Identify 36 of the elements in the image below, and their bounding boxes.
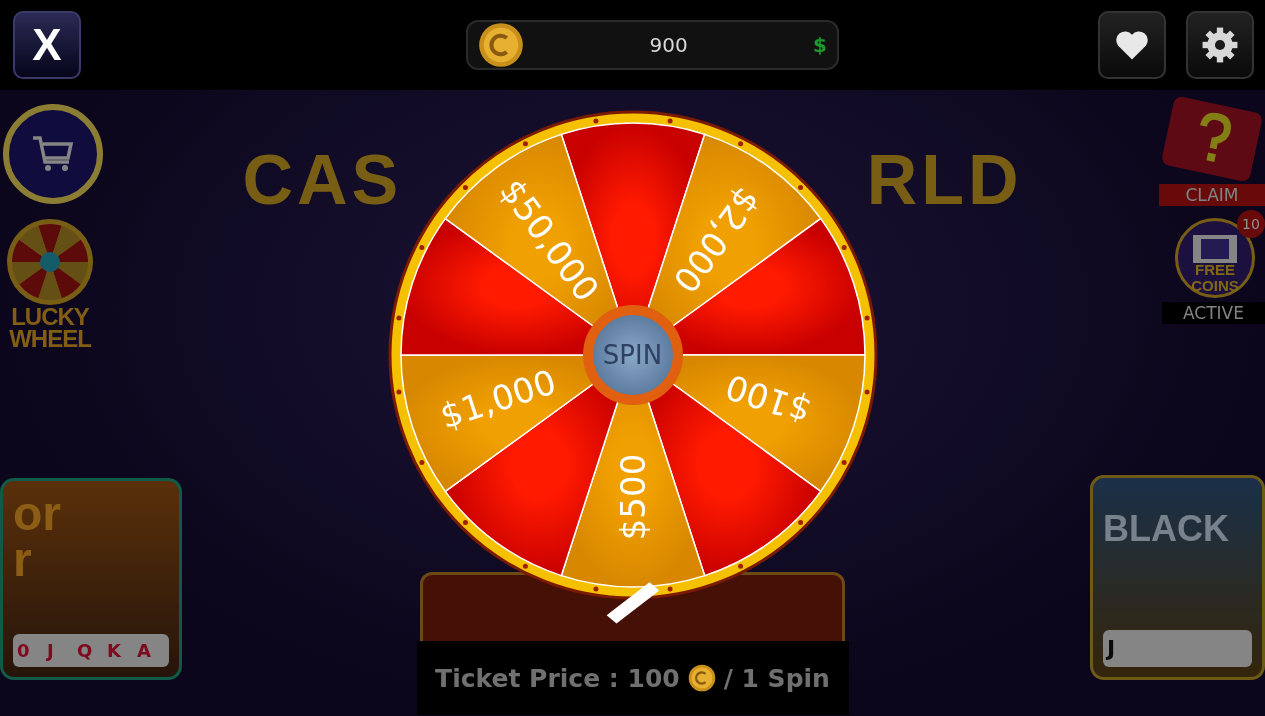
card-rank: K (107, 640, 122, 661)
lucky-wheel-label: WHEEL (9, 328, 91, 350)
coin-icon (687, 664, 716, 692)
settings-icon (1201, 26, 1239, 64)
card-rank: A (137, 640, 152, 661)
balance-amount: 900 (648, 33, 689, 57)
count-badge: 10 (1237, 210, 1265, 238)
close-button[interactable]: X (13, 11, 81, 79)
ticket-price-text: / 1 Spin (723, 663, 830, 693)
favorite-button[interactable] (1098, 11, 1166, 79)
cart-icon (31, 134, 75, 174)
game-title: or (13, 491, 62, 537)
prize-label: $500 (612, 453, 653, 541)
game-title: BLACK (1103, 507, 1230, 551)
game-card[interactable]: BLACK J (1090, 475, 1265, 680)
free-coins-label: COINS (1191, 279, 1239, 293)
status-label: ACTIVE (1162, 302, 1265, 324)
prize-label: $100 (720, 366, 815, 432)
lucky-wheel-label: LUCKY (11, 306, 89, 328)
settings-button[interactable] (1186, 11, 1254, 79)
film-icon (1193, 235, 1237, 263)
wheel-icon[interactable] (6, 218, 94, 306)
ticket-price-text: Ticket Price : 100 (435, 663, 680, 693)
logo-text: CAS (242, 140, 403, 220)
card-rank: 0 (17, 640, 31, 661)
card-rank: Q (77, 640, 94, 661)
heart-icon (1114, 29, 1150, 61)
logo-text: RLD (866, 140, 1023, 220)
card-rank: J (47, 640, 55, 661)
game-title: r (13, 537, 33, 583)
card-rank: J (1107, 636, 1117, 661)
currency-sign: $ (813, 33, 827, 57)
claim-label[interactable]: CLAIM (1159, 184, 1265, 206)
game-card[interactable]: or r 0 J Q K A (0, 478, 182, 680)
coin-icon (478, 22, 524, 68)
free-coins-label: FREE (1195, 263, 1235, 277)
